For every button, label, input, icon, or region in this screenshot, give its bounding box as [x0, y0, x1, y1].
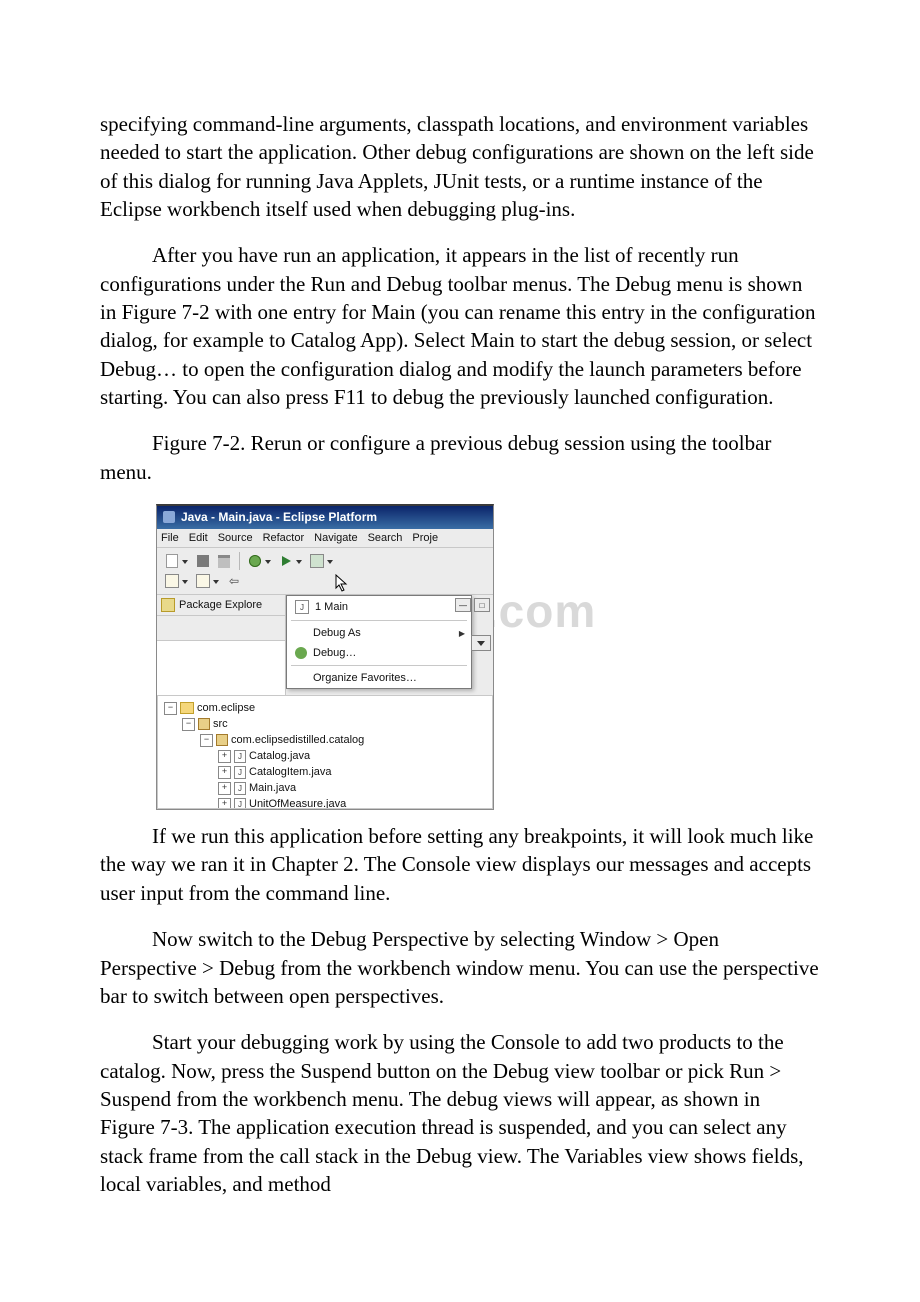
debug-as-menu[interactable]: Debug As [287, 623, 471, 643]
package-explorer-icon [161, 598, 175, 612]
debug-config-menu[interactable]: Debug… [287, 643, 471, 663]
nav-last-button[interactable]: ⇦ [225, 572, 243, 590]
java-app-icon: J [295, 600, 309, 614]
toolbar-row-2: ⇦ [157, 572, 493, 594]
tree-file-unitofmeasure[interactable]: UnitOfMeasure.java [249, 798, 346, 809]
tree-file-catalog[interactable]: Catalog.java [249, 750, 310, 762]
package-explorer-column: Package Explore [157, 595, 286, 695]
editor-area: — □ J 1 Main Debug As [286, 595, 493, 695]
menu-edit[interactable]: Edit [189, 532, 208, 544]
paragraph: specifying command-line arguments, class… [100, 110, 820, 223]
tree-file-catalogitem[interactable]: CatalogItem.java [249, 766, 332, 778]
debug-recent-main-label: 1 Main [315, 601, 348, 613]
window-titlebar: Java - Main.java - Eclipse Platform [157, 506, 493, 529]
paragraph: Start your debugging work by using the C… [100, 1028, 820, 1198]
paragraph: After you have run an application, it ap… [100, 241, 820, 411]
paragraph: Now switch to the Debug Perspective by s… [100, 925, 820, 1010]
package-explorer-tree[interactable]: −com.eclipse −src −com.eclipsedistilled.… [157, 695, 493, 809]
organize-favorites-menu[interactable]: Organize Favorites… [287, 668, 471, 688]
java-file-icon: J [234, 750, 246, 763]
nav-back-button[interactable] [163, 572, 181, 590]
run-button[interactable] [277, 552, 295, 570]
toolbar-separator [239, 552, 240, 570]
organize-favorites-label: Organize Favorites… [313, 672, 417, 684]
external-tools-button[interactable] [308, 552, 326, 570]
tree-project[interactable]: com.eclipse [197, 702, 255, 714]
tree-file-main[interactable]: Main.java [249, 782, 296, 794]
debug-recent-main[interactable]: J 1 Main [287, 596, 471, 618]
workbench-body: Package Explore — □ J 1 Main [157, 594, 493, 695]
menu-file[interactable]: File [161, 532, 179, 544]
menubar[interactable]: File Edit Source Refactor Navigate Searc… [157, 529, 493, 548]
eclipse-window: Java - Main.java - Eclipse Platform File… [156, 504, 494, 810]
toolbar-row-1 [157, 548, 493, 572]
menu-navigate[interactable]: Navigate [314, 532, 357, 544]
save-button[interactable] [194, 552, 212, 570]
java-file-icon: J [234, 798, 246, 809]
menu-search[interactable]: Search [368, 532, 403, 544]
debug-button[interactable] [246, 552, 264, 570]
view-menu-dropdown[interactable] [471, 635, 491, 651]
java-file-icon: J [234, 782, 246, 795]
eclipse-icon [163, 511, 175, 523]
nav-forward-button[interactable] [194, 572, 212, 590]
debug-dropdown-menu: J 1 Main Debug As Debug… [286, 595, 472, 689]
window-title: Java - Main.java - Eclipse Platform [181, 510, 377, 524]
menu-source[interactable]: Source [218, 532, 253, 544]
menu-refactor[interactable]: Refactor [263, 532, 305, 544]
figure-7-2: www.bdocx.com Java - Main.java - Eclipse… [156, 504, 494, 810]
new-button[interactable] [163, 552, 181, 570]
figure-caption: Figure 7-2. Rerun or configure a previou… [100, 429, 820, 486]
package-explorer-title[interactable]: Package Explore [157, 595, 285, 616]
tree-package[interactable]: com.eclipsedistilled.catalog [231, 734, 364, 746]
package-explorer-label: Package Explore [179, 599, 262, 611]
maximize-icon[interactable]: □ [474, 598, 490, 612]
debug-config-label: Debug… [313, 647, 356, 659]
tree-src[interactable]: src [213, 718, 228, 730]
debug-as-label: Debug As [313, 627, 361, 639]
paragraph: If we run this application before settin… [100, 822, 820, 907]
print-button[interactable] [215, 552, 233, 570]
java-file-icon: J [234, 766, 246, 779]
menu-project[interactable]: Proje [412, 532, 438, 544]
bug-icon [295, 647, 307, 659]
